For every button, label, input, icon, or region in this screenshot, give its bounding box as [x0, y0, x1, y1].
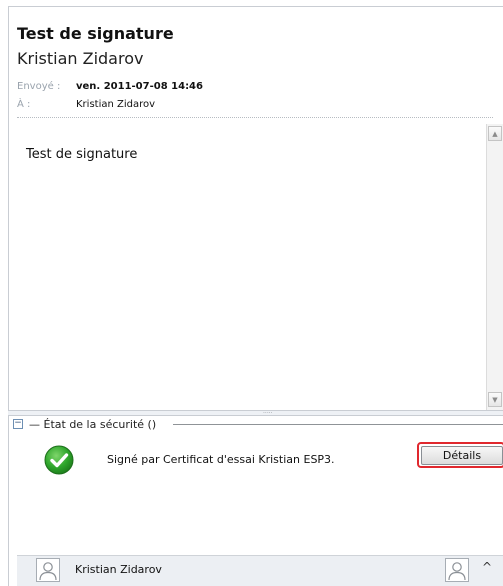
security-section-title: — État de la sécurité () [29, 418, 157, 431]
security-section-rule [173, 424, 503, 425]
vertical-scrollbar[interactable]: ▲ ▼ [486, 124, 503, 411]
message-body: Test de signature [26, 147, 138, 162]
header-divider [17, 117, 493, 118]
to-recipient[interactable]: Kristian Zidarov [76, 99, 155, 110]
sent-value: ven. 2011-07-08 14:46 [76, 81, 203, 92]
green-check-icon [44, 445, 74, 475]
to-label: À : [17, 99, 31, 110]
signature-status-text: Signé par Certificat d'essai Kristian ES… [107, 453, 335, 466]
details-button[interactable]: Détails [421, 446, 503, 465]
scroll-up-button[interactable]: ▲ [488, 126, 502, 141]
chevron-up-icon[interactable]: ^ [482, 560, 492, 574]
people-pane-name[interactable]: Kristian Zidarov [75, 563, 162, 576]
splitter-grip[interactable]: ····· [263, 411, 273, 417]
sender-name[interactable]: Kristian Zidarov [17, 49, 143, 68]
sent-label: Envoyé : [17, 81, 61, 92]
contact-photo-icon [445, 558, 469, 582]
security-collapse-toggle[interactable]: − [13, 419, 23, 429]
contact-avatar-icon[interactable] [36, 558, 60, 582]
pane-splitter[interactable]: ····· [8, 410, 503, 417]
scroll-down-button[interactable]: ▼ [488, 392, 502, 407]
reading-pane [8, 6, 503, 586]
security-title-text: État de la sécurité () [43, 418, 157, 431]
message-subject: Test de signature [17, 24, 174, 43]
